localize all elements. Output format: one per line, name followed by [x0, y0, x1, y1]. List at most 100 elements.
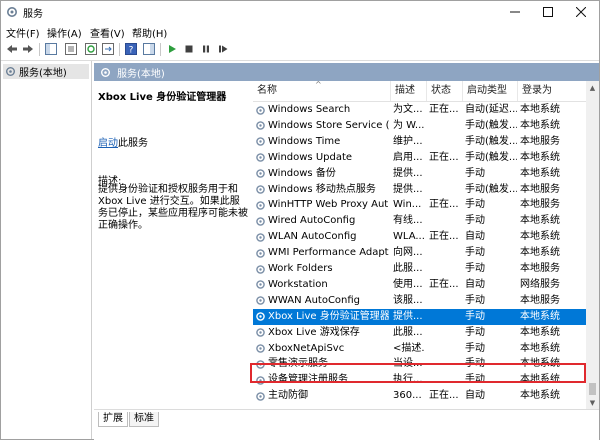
show-action-pane-button[interactable] — [142, 42, 156, 56]
service-status-cell — [429, 325, 461, 341]
service-startup-cell: 手动(触发... — [465, 135, 517, 147]
menu-action[interactable]: 操作(A) — [47, 25, 82, 40]
service-row[interactable]: WMI Performance Adapt... 向网... 手动 本地系统 — [253, 245, 586, 261]
service-name: Windows Time — [268, 135, 341, 147]
tab-standard[interactable]: 标准 — [129, 412, 159, 427]
service-name-cell: XboxNetApiSvc — [255, 341, 389, 357]
service-name: Windows Update — [268, 151, 353, 163]
service-description-cell: 有线... — [393, 215, 423, 227]
start-service-link[interactable]: 启动 — [98, 138, 118, 149]
service-description-cell: 提供... — [393, 183, 423, 195]
start-service-button[interactable] — [165, 42, 179, 56]
service-row[interactable]: 主动防御 360... 正在... 自动 本地系统 — [253, 388, 586, 404]
service-name: Workstation — [268, 278, 328, 290]
maximize-icon — [543, 7, 553, 17]
tree-item-services-local[interactable]: 服务(本地) — [3, 64, 89, 79]
tab-extended[interactable]: 扩展 — [98, 412, 128, 427]
export-list-button[interactable] — [101, 42, 115, 56]
service-description-cell: 该服... — [393, 294, 423, 306]
service-row[interactable]: Windows Store Service (... 为 W... 手动(触发...… — [253, 118, 586, 134]
service-logon-cell: 本地系统 — [520, 151, 560, 163]
title-bar: 服务 — [1, 1, 599, 23]
service-description-cell: 提供... — [393, 167, 423, 179]
service-name: XboxNetApiSvc — [268, 342, 345, 354]
service-row[interactable]: Windows 备份 提供... 手动 本地系统 — [253, 166, 586, 182]
service-status-cell — [429, 134, 461, 150]
service-row[interactable]: Xbox Live 游戏保存 此服... 手动 本地系统 — [253, 325, 586, 341]
console-tree-button[interactable] — [44, 42, 58, 56]
minimize-button[interactable] — [499, 1, 531, 23]
service-status-cell: 正在... — [429, 151, 459, 163]
restart-icon — [219, 45, 228, 53]
service-description-cell: 此服... — [393, 263, 423, 274]
service-row[interactable]: Work Folders 此服... 手动 本地服务 — [253, 261, 586, 277]
restart-service-button[interactable] — [216, 42, 230, 56]
service-row[interactable]: WWAN AutoConfig 该服... 手动 本地服务 — [253, 293, 586, 309]
service-description-cell: 为 W... — [393, 119, 425, 131]
back-button[interactable] — [5, 42, 19, 56]
service-row[interactable]: Windows Time 维护... 手动(触发... 本地服务 — [253, 134, 586, 150]
service-row[interactable]: WLAN AutoConfig WLA... 正在... 自动 本地系统 — [253, 229, 586, 245]
service-gear-icon — [256, 185, 265, 194]
column-header-name[interactable]: 名称 ^ — [253, 80, 391, 101]
service-name-cell: Windows Update — [255, 150, 389, 166]
close-button[interactable] — [565, 1, 597, 23]
maximize-button[interactable] — [532, 1, 564, 23]
scroll-down-arrow-icon[interactable]: ▼ — [586, 396, 599, 409]
service-name: WWAN AutoConfig — [268, 294, 361, 306]
console-tree-icon — [45, 43, 57, 55]
menu-bar: 文件(F) 操作(A) 查看(V) 帮助(H) — [1, 23, 599, 40]
vertical-scrollbar[interactable]: ▲ ▼ — [586, 81, 599, 409]
service-description-cell: 此服... — [393, 326, 423, 338]
pause-service-button[interactable] — [199, 42, 213, 56]
service-gear-icon — [256, 232, 265, 242]
stop-service-button[interactable] — [182, 42, 196, 56]
column-header-status[interactable]: 状态 — [427, 81, 463, 101]
service-gear-icon — [256, 296, 265, 306]
service-status-cell — [429, 213, 461, 229]
minimize-icon — [510, 11, 520, 13]
service-description-cell: 维护... — [393, 135, 423, 147]
service-status-cell — [429, 261, 461, 277]
service-row[interactable]: Windows Search 为文... 正在... 自动(延迟... 本地系统 — [253, 102, 586, 118]
service-row[interactable]: WinHTTP Web Proxy Aut... Win... 正在... 手动 本地服… — [253, 197, 586, 213]
service-row[interactable]: Xbox Live 身份验证管理器 提供... 手动 本地系统 — [253, 308, 586, 325]
service-startup-cell: 手动 — [465, 310, 485, 322]
help-icon: ? — [125, 43, 137, 55]
service-status-cell — [429, 166, 461, 182]
column-header-description[interactable]: 描述 — [391, 81, 427, 101]
service-status-cell: 正在... — [429, 390, 459, 402]
service-row[interactable]: Windows Update 启用... 正在... 手动(触发... 本地系统 — [253, 150, 586, 166]
service-name: 主动防御 — [268, 390, 308, 402]
service-description-cell: 启用... — [393, 151, 423, 163]
scrollbar-thumb[interactable] — [589, 383, 596, 395]
service-row[interactable]: Wired AutoConfig 有线... 手动 本地系统 — [253, 213, 586, 229]
service-gear-icon — [256, 216, 265, 226]
forward-button[interactable] — [21, 42, 35, 56]
description-pane: Xbox Live 身份验证管理器 启动此服务 描述: 提供身份验证和授权服务用… — [94, 81, 251, 409]
menu-help[interactable]: 帮助(H) — [132, 25, 167, 40]
export-list-icon — [102, 43, 114, 55]
service-logon-cell: 本地系统 — [520, 119, 560, 131]
service-logon-cell: 本地系统 — [520, 326, 560, 338]
service-row[interactable]: Windows 移动热点服务 提供... 手动(触发... 本地服务 — [253, 182, 586, 198]
service-name: Windows 移动热点服务 — [268, 183, 376, 195]
tree-item-label: 服务(本地) — [19, 68, 67, 79]
column-header-startup-type[interactable]: 启动类型 — [463, 81, 518, 101]
service-name: Xbox Live 身份验证管理器 — [268, 310, 389, 322]
help-button[interactable]: ? — [124, 42, 138, 56]
service-row[interactable]: Workstation 使用... 正在... 自动 网络服务 — [253, 277, 586, 293]
scroll-up-arrow-icon[interactable]: ▲ — [586, 81, 599, 94]
svg-text:?: ? — [129, 46, 134, 56]
service-row[interactable]: XboxNetApiSvc <描述... 手动 本地系统 — [253, 341, 586, 357]
column-header-logon-as[interactable]: 登录为 — [518, 81, 586, 101]
service-name-cell: Xbox Live 游戏保存 — [255, 325, 389, 341]
menu-view[interactable]: 查看(V) — [90, 25, 125, 40]
service-gear-icon — [256, 201, 265, 210]
services-gear-icon — [6, 67, 15, 76]
service-description-cell: <描述... — [393, 342, 425, 354]
refresh-button[interactable] — [84, 42, 98, 56]
service-logon-cell: 本地系统 — [520, 167, 560, 179]
properties-button[interactable] — [64, 42, 78, 56]
menu-file[interactable]: 文件(F) — [6, 25, 40, 40]
